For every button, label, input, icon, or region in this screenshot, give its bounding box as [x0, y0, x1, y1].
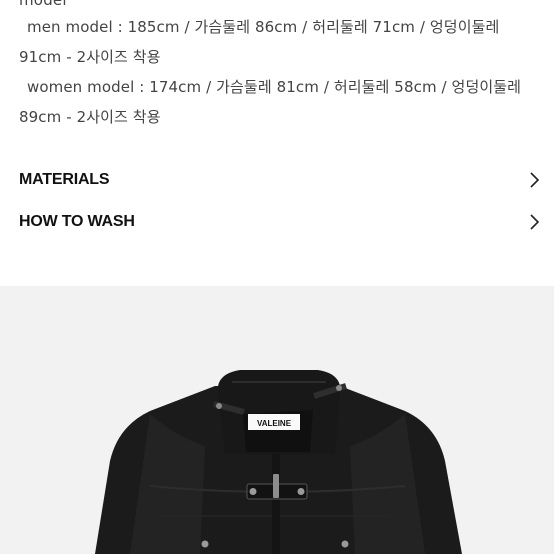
how-to-wash-label: HOW TO WASH [19, 213, 135, 230]
chevron-right-icon [530, 172, 540, 188]
chevron-right-icon [530, 214, 540, 230]
label-text: VALEINE [257, 419, 292, 428]
materials-accordion[interactable]: MATERIALS [19, 166, 541, 194]
jacket-image: VALEINE [95, 370, 462, 554]
materials-label: MATERIALS [19, 171, 110, 188]
model-heading-cut: model [19, 0, 67, 9]
how-to-wash-accordion[interactable]: HOW TO WASH [19, 208, 541, 236]
men-model-info: men model : 185cm / 가슴둘레 86cm / 허리둘레 71c… [27, 18, 500, 36]
men-model-info-cont: 91cm - 2사이즈 착용 [19, 48, 161, 66]
women-model-info-cont: 89cm - 2사이즈 착용 [19, 108, 161, 126]
product-image[interactable]: VALEINE [0, 286, 554, 554]
women-model-info: women model : 174cm / 가슴둘레 81cm / 허리둘레 5… [27, 78, 522, 96]
